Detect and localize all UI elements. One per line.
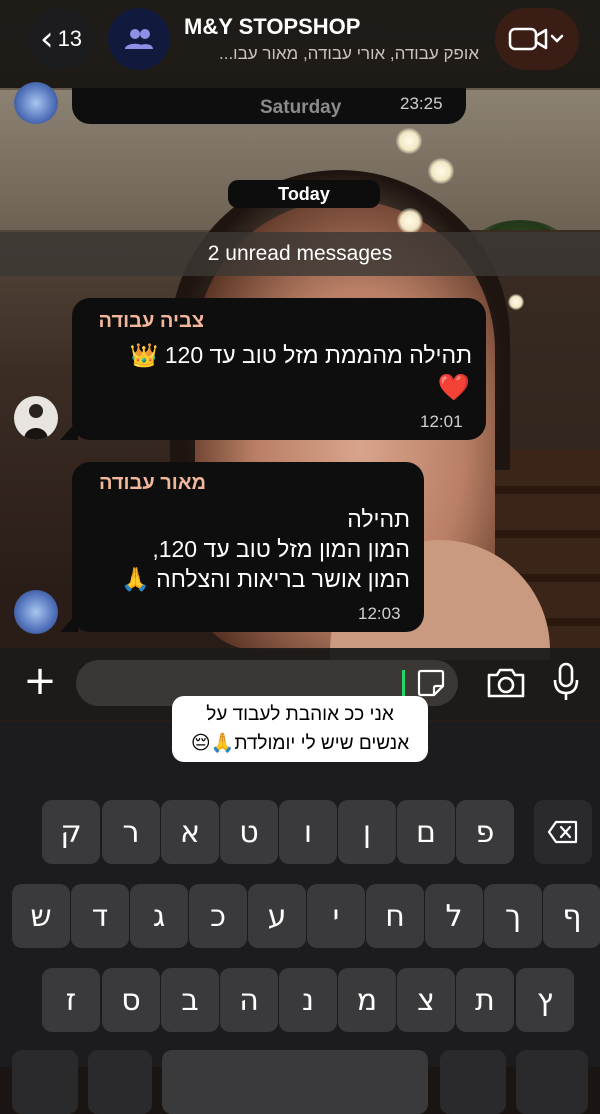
message-bubble[interactable]: צביה עבודה תהילה מהממת מזל טוב עד 120 👑 … bbox=[72, 298, 486, 440]
key[interactable]: כ bbox=[189, 884, 247, 948]
sticker-icon[interactable] bbox=[416, 668, 446, 698]
video-camera-icon bbox=[508, 27, 564, 51]
key[interactable]: ץ bbox=[516, 968, 574, 1032]
key[interactable]: ף bbox=[543, 884, 600, 948]
key[interactable]: ד bbox=[71, 884, 129, 948]
date-separator-today: Today bbox=[228, 180, 380, 208]
key[interactable]: מ bbox=[338, 968, 396, 1032]
bottom-row-key[interactable] bbox=[516, 1050, 588, 1114]
sender-name: צביה עבודה bbox=[98, 310, 204, 332]
video-call-button[interactable] bbox=[495, 8, 579, 70]
suggestion-line: אני ככ אוהבת לעבוד על bbox=[206, 704, 394, 725]
message-time: 23:25 bbox=[400, 94, 443, 113]
group-icon bbox=[125, 29, 153, 49]
key[interactable]: ן bbox=[338, 800, 396, 864]
back-button[interactable]: ‹ 13 bbox=[28, 8, 94, 70]
microphone-icon[interactable] bbox=[552, 662, 580, 702]
keyboard: קראטוןםפ שדגכעיחלךף זסבהנמצתץ bbox=[0, 722, 600, 1114]
message-text: המון המון מזל טוב עד 120, bbox=[152, 536, 410, 562]
unread-messages-banner: 2 unread messages bbox=[0, 232, 600, 276]
message-time: 12:01 bbox=[420, 412, 463, 431]
previous-message-bubble[interactable]: Saturday 23:25 bbox=[72, 88, 466, 124]
sender-name: מאור עבודה bbox=[98, 472, 206, 494]
group-members[interactable]: אופק עבודה, אורי עבודה, מאור עבו... bbox=[184, 44, 479, 64]
key[interactable]: צ bbox=[397, 968, 455, 1032]
suggestion-line: אנשים שיש לי יומולדת🙏😔 bbox=[190, 733, 410, 754]
key[interactable]: ר bbox=[102, 800, 160, 864]
key[interactable]: נ bbox=[279, 968, 337, 1032]
sender-photo bbox=[24, 404, 48, 440]
backspace-icon bbox=[547, 820, 578, 844]
heart-emoji: ❤️ bbox=[437, 372, 470, 402]
chat-header: ‹ 13 M&Y STOPSHOP אופק עבודה, אורי עבודה… bbox=[0, 0, 600, 88]
key[interactable]: א bbox=[161, 800, 219, 864]
key[interactable]: ת bbox=[456, 968, 514, 1032]
message-text: תהילה מהממת מזל טוב עד 120 👑 bbox=[129, 342, 472, 368]
key[interactable]: ז bbox=[42, 968, 100, 1032]
camera-icon[interactable] bbox=[486, 666, 526, 700]
space-key[interactable] bbox=[162, 1050, 428, 1114]
bottom-row-key[interactable] bbox=[12, 1050, 78, 1114]
unread-messages-label: 2 unread messages bbox=[207, 242, 393, 265]
key[interactable]: ך bbox=[484, 884, 542, 948]
message-bubble[interactable]: מאור עבודה תהילה המון המון מזל טוב עד 12… bbox=[72, 462, 424, 632]
key[interactable]: ס bbox=[102, 968, 160, 1032]
backspace-key[interactable] bbox=[534, 800, 592, 864]
text-suggestion-popup[interactable]: אני ככ אוהבת לעבוד על אנשים שיש לי יומול… bbox=[172, 696, 428, 762]
key[interactable]: ו bbox=[279, 800, 337, 864]
attach-plus-button[interactable]: + bbox=[20, 661, 60, 702]
key[interactable]: ק bbox=[42, 800, 100, 864]
key[interactable]: ה bbox=[220, 968, 278, 1032]
key[interactable]: ח bbox=[366, 884, 424, 948]
date-label-saturday: Saturday bbox=[260, 97, 342, 118]
key[interactable]: ש bbox=[12, 884, 70, 948]
message-time: 12:03 bbox=[358, 604, 401, 623]
key[interactable]: ם bbox=[397, 800, 455, 864]
bottom-row-key[interactable] bbox=[440, 1050, 506, 1114]
unread-count: 13 bbox=[57, 26, 83, 51]
key[interactable]: ג bbox=[130, 884, 188, 948]
sender-avatar[interactable] bbox=[14, 396, 58, 440]
group-avatar[interactable] bbox=[108, 8, 170, 70]
sender-avatar[interactable] bbox=[14, 590, 58, 634]
key[interactable]: י bbox=[307, 884, 365, 948]
bottom-row-key[interactable] bbox=[88, 1050, 152, 1114]
bubble-tail bbox=[60, 420, 78, 440]
message-text: המון אושר בריאות והצלחה 🙏 bbox=[121, 566, 410, 592]
sender-avatar[interactable] bbox=[14, 82, 58, 124]
key[interactable]: ע bbox=[248, 884, 306, 948]
key[interactable]: ל bbox=[425, 884, 483, 948]
chevron-left-icon: ‹ bbox=[39, 19, 54, 59]
key[interactable]: פ bbox=[456, 800, 514, 864]
text-cursor bbox=[402, 670, 405, 696]
group-title[interactable]: M&Y STOPSHOP bbox=[184, 14, 360, 40]
message-text: תהילה bbox=[347, 506, 410, 532]
key[interactable]: ב bbox=[161, 968, 219, 1032]
key[interactable]: ט bbox=[220, 800, 278, 864]
bubble-tail bbox=[60, 612, 78, 632]
